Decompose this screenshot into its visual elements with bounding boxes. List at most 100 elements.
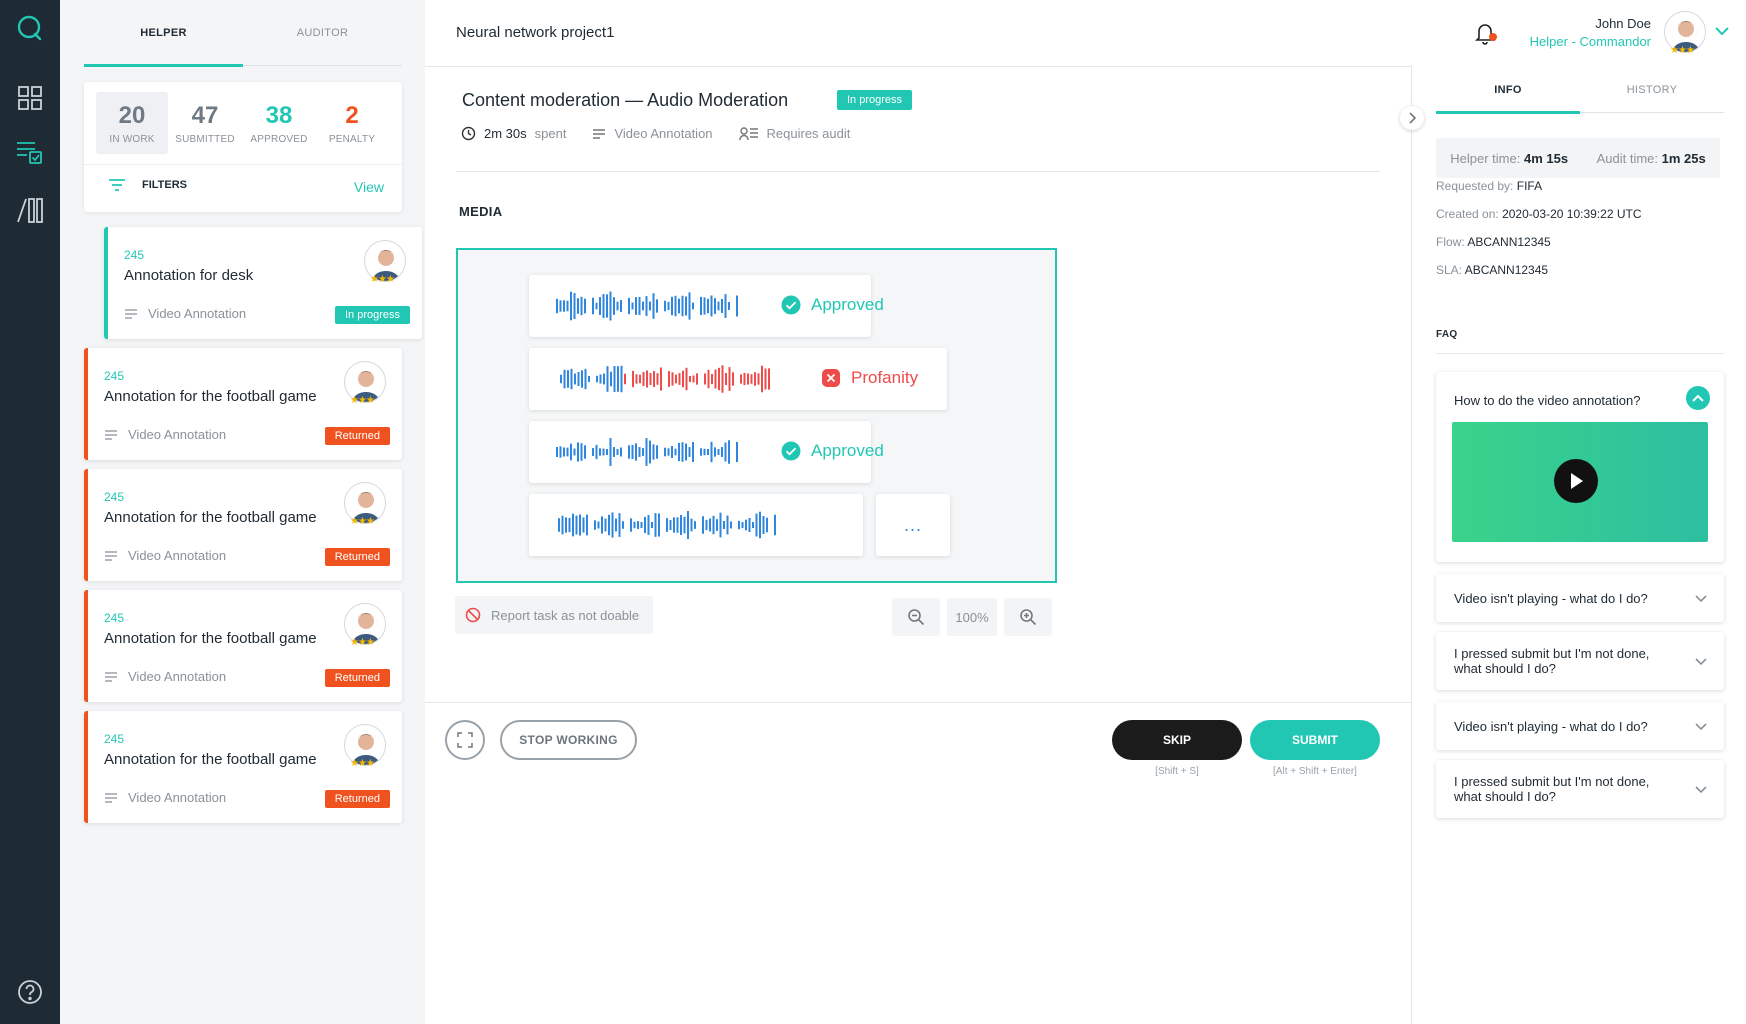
audit-requirement: Requires audit — [738, 126, 850, 141]
play-icon — [1571, 473, 1583, 489]
task-card[interactable]: 245 Annotation for the football game Vid… — [84, 711, 402, 823]
faq-question: How to do the video annotation? — [1454, 393, 1641, 408]
info-label: Requested by: — [1436, 179, 1514, 193]
info-label: Flow: — [1436, 235, 1465, 249]
skip-button[interactable]: SKIP — [1112, 720, 1242, 760]
divider — [456, 171, 1380, 172]
block-icon — [465, 607, 481, 623]
tasks-icon[interactable] — [14, 136, 46, 168]
clip-status: Profanity — [821, 368, 918, 388]
rating-stars: ★★★ — [350, 395, 375, 406]
helper-time-label: Helper time: — [1450, 150, 1521, 166]
status-badge: Returned — [324, 790, 390, 808]
chevron-right-icon — [1409, 112, 1417, 124]
info-label: SLA: — [1436, 263, 1463, 277]
task-heading: Content moderation — Audio Moderation — [462, 90, 789, 110]
clip-status-label: Profanity — [851, 368, 919, 387]
divider — [425, 702, 1411, 703]
task-type-label: Video Annotation — [128, 790, 227, 805]
task-type: Video Annotation — [104, 669, 226, 684]
avatar: ★★★ — [364, 240, 406, 286]
library-icon[interactable] — [14, 194, 46, 226]
role-tabs: HELPER AUDITOR — [84, 0, 402, 67]
notifications-button[interactable] — [1470, 20, 1500, 46]
logo-icon[interactable] — [14, 12, 46, 44]
clip-status: Approved — [781, 295, 884, 315]
avatar: ★★★ — [344, 724, 386, 770]
clip-status: Approved — [781, 441, 884, 461]
user-role: Helper - Commandor — [1529, 34, 1651, 49]
task-card[interactable]: 245 Annotation for the football game Vid… — [84, 590, 402, 702]
stat-submitted[interactable]: 47 SUBMITTED — [169, 92, 241, 154]
help-icon[interactable] — [14, 976, 46, 1008]
audio-clip-3[interactable]: Approved — [529, 421, 884, 483]
helper-time-value: 4m 15s — [1523, 150, 1569, 166]
time-spent-value: 2m 30s — [484, 126, 527, 141]
user-menu-chevron[interactable] — [1714, 24, 1730, 42]
more-clips-button[interactable]: ... — [876, 494, 950, 556]
stat-value: 20 — [118, 102, 146, 129]
status-badge: In progress — [334, 306, 410, 324]
stop-working-button[interactable]: STOP WORKING — [500, 720, 637, 760]
rating-stars: ★★★ — [350, 516, 375, 527]
divider — [425, 66, 1411, 67]
user-name: John Doe — [1595, 16, 1651, 31]
helper-time: Helper time: 4m 15s — [1450, 151, 1568, 166]
filters-toggle[interactable]: FILTERS — [108, 178, 187, 192]
faq-item[interactable]: Video isn't playing - what do I do? — [1436, 574, 1724, 622]
avatar: ★★★ — [344, 482, 386, 528]
task-type: Video Annotation — [124, 306, 246, 321]
tab-history[interactable]: HISTORY — [1580, 66, 1724, 113]
task-type: Video Annotation — [592, 126, 713, 141]
stat-label: SUBMITTED — [175, 134, 235, 145]
stat-label: PENALTY — [328, 134, 376, 145]
faq-question: Video isn't playing - what do I do? — [1454, 719, 1648, 734]
stat-label: APPROVED — [250, 134, 308, 145]
stat-penalty[interactable]: 2 PENALTY — [316, 92, 388, 154]
faq-item[interactable]: I pressed submit but I'm not done, what … — [1436, 632, 1724, 690]
zoom-in-button[interactable] — [1004, 598, 1052, 636]
faq-item[interactable]: I pressed submit but I'm not done, what … — [1436, 760, 1724, 818]
waveform — [560, 365, 770, 393]
chevron-down-icon — [1695, 723, 1707, 731]
stat-approved[interactable]: 38 APPROVED — [243, 92, 315, 154]
rating-stars: ★★★ — [1670, 45, 1695, 56]
report-task-button[interactable]: Report task as not doable — [455, 596, 653, 634]
submit-button[interactable]: SUBMIT — [1250, 720, 1380, 760]
tab-helper[interactable]: HELPER — [84, 0, 243, 67]
info-value: FIFA — [1516, 179, 1543, 193]
list-icon — [105, 550, 117, 561]
task-card[interactable]: 245 Annotation for the football game Vid… — [84, 469, 402, 581]
task-title: Annotation for the football game — [104, 751, 317, 768]
tab-auditor[interactable]: AUDITOR — [243, 0, 402, 66]
task-number: 245 — [104, 369, 125, 383]
tab-info[interactable]: INFO — [1436, 66, 1580, 114]
list-icon — [593, 128, 606, 139]
audio-clip-1[interactable]: Approved — [529, 275, 884, 337]
task-type-label: Video Annotation — [128, 548, 227, 563]
expand-icon — [457, 732, 473, 748]
info-value: ABCANN12345 — [1464, 263, 1549, 277]
dashboard-icon[interactable] — [14, 82, 46, 114]
audio-clip-4[interactable] — [529, 494, 863, 556]
user-list-icon — [738, 127, 758, 141]
faq-collapse-button[interactable] — [1686, 386, 1710, 410]
info-flow: Flow: ABCANN12345 — [1436, 235, 1551, 249]
fullscreen-button[interactable] — [445, 720, 485, 760]
play-button[interactable] — [1554, 459, 1598, 503]
check-circle-icon — [781, 441, 801, 461]
audio-clip-2[interactable]: Profanity — [529, 348, 947, 410]
user-avatar[interactable]: ★★★ — [1664, 11, 1706, 57]
stats-card: 20 IN WORK 47 SUBMITTED 38 APPROVED 2 PE… — [84, 82, 402, 212]
collapse-panel-button[interactable] — [1400, 106, 1424, 130]
filters-view-link[interactable]: View — [354, 179, 384, 195]
status-badge: Returned — [324, 548, 390, 566]
zoom-out-button[interactable] — [892, 598, 940, 636]
task-card-active[interactable]: 245 Annotation for desk Video Annotation… — [104, 227, 422, 339]
task-card[interactable]: 245 Annotation for the football game Vid… — [84, 348, 402, 460]
task-title: Annotation for the football game — [104, 388, 317, 405]
stat-in-work[interactable]: 20 IN WORK — [96, 92, 168, 154]
faq-item[interactable]: Video isn't playing - what do I do? — [1436, 702, 1724, 750]
filter-icon — [109, 179, 125, 191]
task-type-label: Video Annotation — [128, 669, 227, 684]
